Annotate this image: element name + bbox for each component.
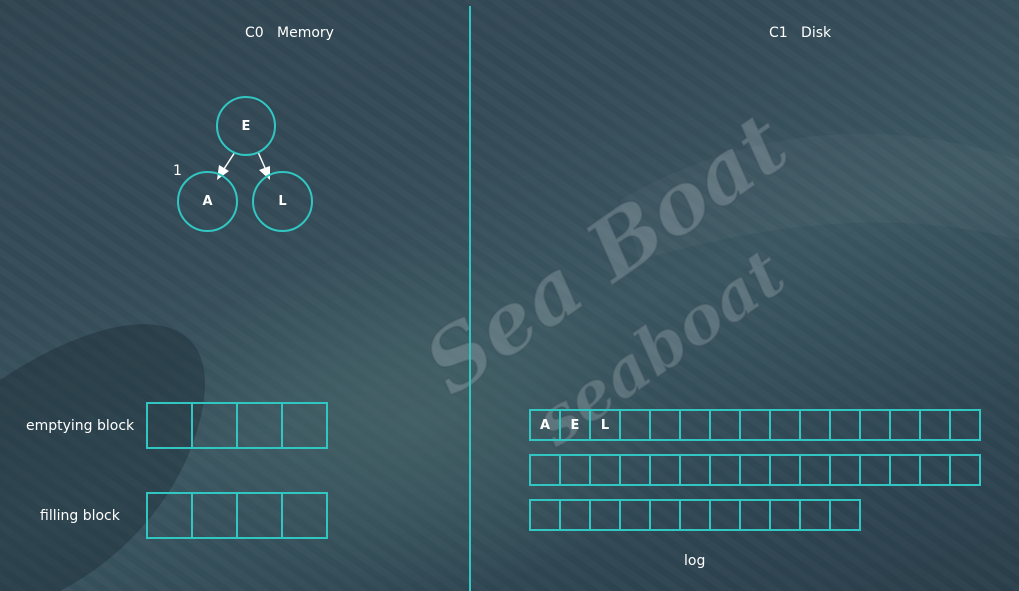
log-row-2 [529, 454, 981, 486]
log-cell [769, 454, 801, 486]
log-cell [619, 454, 651, 486]
log-cell [589, 499, 621, 531]
log-cell [919, 409, 951, 441]
block-cell [146, 402, 193, 449]
block-cell [146, 492, 193, 539]
log-cell [559, 499, 591, 531]
edge-label: 1 [173, 163, 182, 179]
log-cell [829, 499, 861, 531]
log-cell [919, 454, 951, 486]
log-cell [739, 454, 771, 486]
tree-node-root: E [216, 96, 276, 156]
log-cell [949, 409, 981, 441]
log-cell [859, 409, 891, 441]
block-cell [281, 492, 328, 539]
log-cell [679, 409, 711, 441]
log-cell [529, 454, 561, 486]
log-cell: E [559, 409, 591, 441]
edge-root-right [257, 151, 266, 169]
log-cell [709, 409, 741, 441]
log-cell [739, 499, 771, 531]
log-cell [949, 454, 981, 486]
log-cell [769, 499, 801, 531]
log-cell [589, 454, 621, 486]
log-cell [799, 409, 831, 441]
log-row-1: AEL [529, 409, 981, 441]
log-cell [679, 499, 711, 531]
log-label: log [684, 553, 706, 569]
emptying-block-label: emptying block [26, 418, 135, 434]
block-cell [281, 402, 328, 449]
log-cell [889, 454, 921, 486]
log-cell [709, 454, 741, 486]
filling-block-label: filling block [40, 508, 120, 524]
block-cell [236, 402, 283, 449]
log-cell [559, 454, 591, 486]
log-cell [679, 454, 711, 486]
log-cell [619, 499, 651, 531]
log-cell [769, 409, 801, 441]
disk-title: C1 Disk [769, 25, 832, 41]
tree-node-left: A [177, 171, 238, 232]
log-row-3 [529, 499, 861, 531]
log-cell [829, 409, 861, 441]
log-cell [889, 409, 921, 441]
log-cell [859, 454, 891, 486]
log-cell [799, 454, 831, 486]
tree-node-right: L [252, 171, 313, 232]
log-cell [799, 499, 831, 531]
block-cell [191, 402, 238, 449]
log-cell: L [589, 409, 621, 441]
block-cell [236, 492, 283, 539]
log-cell [649, 454, 681, 486]
block-cell [191, 492, 238, 539]
log-cell [709, 499, 741, 531]
emptying-block [146, 402, 328, 449]
log-cell [649, 409, 681, 441]
log-cell [829, 454, 861, 486]
log-cell: A [529, 409, 561, 441]
log-cell [619, 409, 651, 441]
log-cell [739, 409, 771, 441]
filling-block [146, 492, 328, 539]
log-cell [649, 499, 681, 531]
log-cell [529, 499, 561, 531]
